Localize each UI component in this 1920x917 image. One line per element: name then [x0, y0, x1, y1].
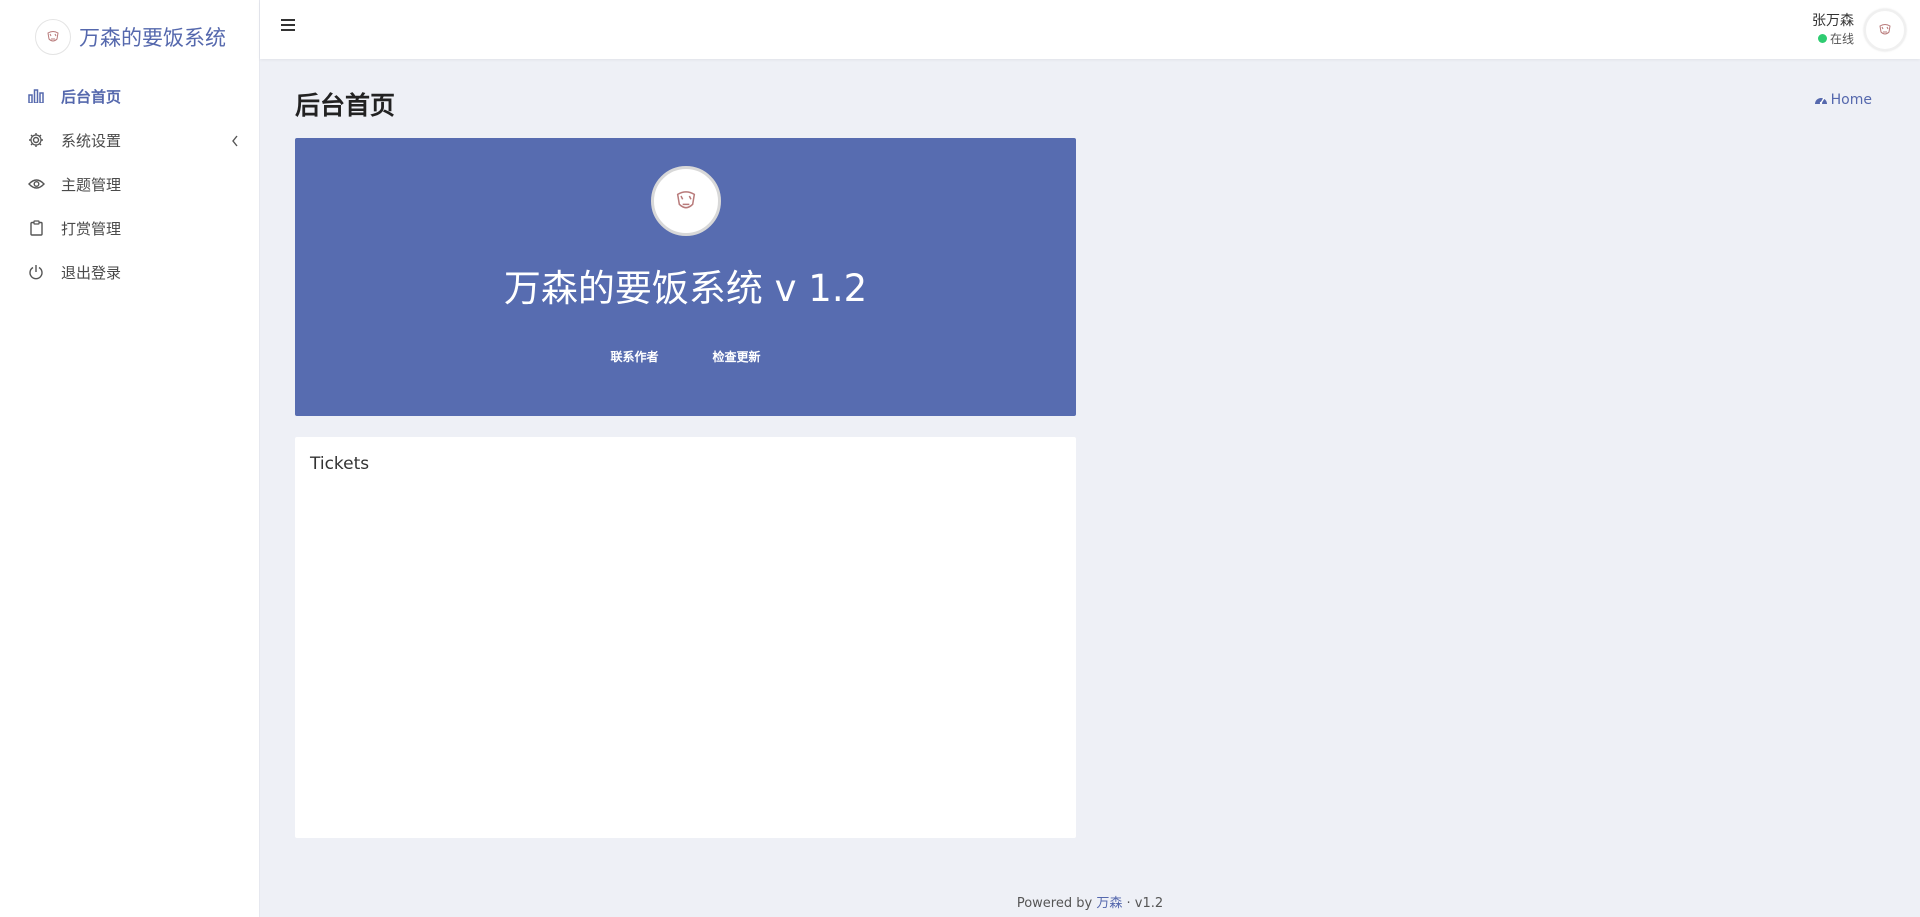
sidebar-item-label: 退出登录 [61, 263, 122, 282]
user-status-label: 在线 [1829, 31, 1854, 46]
sidebar: 万森的要饭系统 后台首页 系统设置 主题管理 打赏管理 退出登录 [0, 0, 260, 917]
menu-toggle-icon[interactable] [280, 17, 300, 37]
brand-logo-icon [35, 19, 71, 55]
hero-actions: 联系作者 检查更新 [295, 348, 1076, 365]
hero-logo-icon [651, 166, 721, 236]
topbar: 张万森 在线 [260, 0, 1920, 59]
sidebar-item-label: 打赏管理 [61, 219, 122, 238]
footer-prefix: Powered by [1016, 896, 1093, 911]
dashboard-icon [1814, 97, 1827, 105]
user-menu[interactable]: 张万森 在线 [1812, 0, 1920, 59]
footer-separator: · [1126, 896, 1131, 911]
brand[interactable]: 万森的要饭系统 [0, 0, 259, 74]
sidebar-item-theme[interactable]: 主题管理 [0, 162, 259, 206]
footer-brand-link[interactable]: 万森 [1096, 896, 1122, 911]
sidebar-item-dashboard[interactable]: 后台首页 [0, 74, 259, 118]
clipboard-icon [27, 219, 45, 237]
chevron-left-icon [231, 132, 239, 151]
check-update-link[interactable]: 检查更新 [713, 348, 761, 365]
bar-chart-icon [27, 87, 45, 105]
hero-card: 万森的要饭系统 v 1.2 联系作者 检查更新 [295, 138, 1076, 416]
online-status-icon [1817, 34, 1827, 43]
power-icon [27, 263, 45, 281]
sidebar-item-label: 系统设置 [61, 131, 122, 150]
sidebar-item-label: 后台首页 [61, 87, 122, 106]
avatar[interactable] [1864, 8, 1906, 51]
gear-icon [27, 131, 45, 149]
tickets-panel: Tickets [295, 437, 1076, 838]
user-status: 在线 [1812, 30, 1854, 48]
breadcrumb[interactable]: Home [1814, 92, 1872, 108]
user-name: 张万森 [1812, 12, 1854, 29]
contact-author-link[interactable]: 联系作者 [610, 348, 658, 365]
page-title: 后台首页 [295, 91, 396, 120]
sidebar-item-label: 主题管理 [61, 175, 122, 194]
sidebar-item-donations[interactable]: 打赏管理 [0, 206, 259, 250]
sidebar-item-settings[interactable]: 系统设置 [0, 118, 259, 162]
breadcrumb-home[interactable]: Home [1831, 92, 1872, 108]
brand-title: 万森的要饭系统 [79, 26, 226, 50]
hero-title: 万森的要饭系统 v 1.2 [503, 267, 868, 310]
sidebar-item-logout[interactable]: 退出登录 [0, 250, 259, 294]
eye-icon [27, 175, 45, 193]
panel-title: Tickets [310, 454, 370, 474]
footer-version: v1.2 [1134, 896, 1164, 911]
sidebar-nav: 后台首页 系统设置 主题管理 打赏管理 退出登录 [0, 74, 259, 294]
footer: Powered by 万森 · v1.2 [260, 892, 1920, 911]
